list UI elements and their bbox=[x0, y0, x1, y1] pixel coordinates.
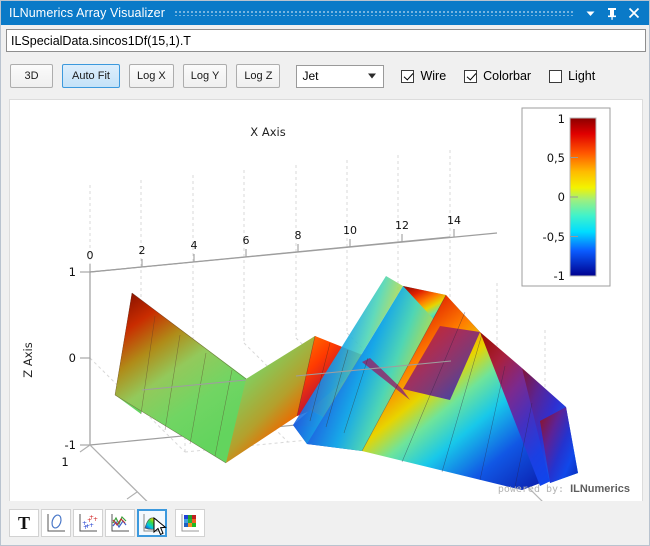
expression-row bbox=[1, 25, 649, 55]
x-tick-label: 12 bbox=[395, 219, 409, 232]
colorbar-tick-label: -0,5 bbox=[543, 230, 565, 244]
z-tick-label: 1 bbox=[69, 265, 76, 279]
light-checkbox-label: Light bbox=[568, 69, 596, 83]
x-tick-label: 8 bbox=[295, 229, 302, 242]
ellipse-icon bbox=[47, 514, 65, 532]
pin-icon[interactable] bbox=[601, 1, 623, 25]
colorbar-tick-label: 0,5 bbox=[547, 151, 565, 165]
button-log-z[interactable]: Log Z bbox=[236, 64, 281, 88]
z-tick-label: 0 bbox=[69, 351, 76, 365]
x-tick-label: 14 bbox=[447, 214, 461, 227]
window-title: ILNumerics Array Visualizer bbox=[9, 6, 165, 20]
text-tool-icon: T bbox=[17, 512, 30, 533]
bottom-toolbar: T + + + + + + + bbox=[1, 501, 649, 545]
x-tick-label: 4 bbox=[191, 239, 198, 252]
close-icon[interactable] bbox=[623, 1, 645, 25]
colorbar-tick-label: -1 bbox=[554, 269, 565, 283]
z-tick-label: -1 bbox=[65, 438, 76, 452]
title-bar: ILNumerics Array Visualizer bbox=[1, 1, 649, 25]
dropdown-icon[interactable] bbox=[579, 1, 601, 25]
light-checkbox-box[interactable] bbox=[549, 69, 563, 83]
checkbox-wire[interactable]: Wire bbox=[401, 69, 446, 83]
watermark: powered by: ILNumerics bbox=[498, 483, 630, 495]
chevron-down-icon bbox=[368, 73, 377, 79]
text-tool-button[interactable]: T bbox=[9, 509, 39, 537]
scatter-plot-tool-button[interactable]: + + + + + + + bbox=[73, 509, 103, 537]
expression-input[interactable] bbox=[6, 29, 646, 52]
wire-checkbox-box[interactable] bbox=[401, 69, 415, 83]
x-tick-label: 2 bbox=[139, 244, 146, 257]
button-log-x[interactable]: Log X bbox=[129, 64, 174, 88]
colorbar-tick-label: 1 bbox=[558, 112, 565, 126]
plot-canvas[interactable]: 0 2 4 6 8 10 12 14 X Axis 1 0 -1 Z Axis … bbox=[9, 99, 643, 502]
y-tick-label: 1 bbox=[61, 455, 68, 469]
title-bar-grip bbox=[171, 1, 573, 25]
button-log-y[interactable]: Log Y bbox=[182, 64, 228, 88]
image-plot-tool-button[interactable] bbox=[175, 509, 205, 537]
x-axis-title: X Axis bbox=[250, 125, 285, 139]
z-axis-title: Z Axis bbox=[21, 342, 35, 377]
svg-text:+: + bbox=[89, 522, 94, 529]
watermark-brand: ILNumerics bbox=[570, 483, 630, 495]
scatter-icon: +++ +++ + bbox=[79, 514, 98, 532]
colorbar-checkbox-box[interactable] bbox=[464, 69, 478, 83]
x-tick-label: 0 bbox=[87, 249, 94, 262]
button-auto-fit[interactable]: Auto Fit bbox=[62, 64, 120, 88]
svg-text:+: + bbox=[83, 524, 88, 531]
colormap-selected-value: Jet bbox=[302, 69, 319, 83]
checkbox-light[interactable]: Light bbox=[549, 69, 595, 83]
colormap-select[interactable]: Jet bbox=[296, 64, 385, 88]
watermark-prefix: powered by: bbox=[497, 484, 571, 495]
colorbar-tick-label: 0 bbox=[558, 190, 565, 204]
button-3d[interactable]: 3D bbox=[10, 64, 53, 88]
wire-checkbox-label: Wire bbox=[420, 69, 447, 83]
colorbar-checkbox-label: Colorbar bbox=[483, 69, 532, 83]
top-toolbar: 3D Auto Fit Log X Log Y Log Z Jet Wire C… bbox=[1, 57, 649, 95]
x-tick-label: 10 bbox=[343, 224, 357, 237]
surface-plot-icon bbox=[143, 514, 161, 532]
line-plot-icon bbox=[111, 514, 129, 532]
surface-plot-tool-button[interactable] bbox=[137, 509, 167, 537]
shape-tool-button[interactable] bbox=[41, 509, 71, 537]
x-tick-label: 6 bbox=[243, 234, 250, 247]
array-visualizer-window: ILNumerics Array Visualizer 3D Aut bbox=[0, 0, 650, 546]
image-plot-icon bbox=[181, 514, 199, 532]
surface-plot-svg[interactable]: 0 2 4 6 8 10 12 14 X Axis 1 0 -1 Z Axis … bbox=[10, 100, 642, 501]
colorbar[interactable]: 1 0,5 0 -0,5 -1 bbox=[521, 107, 611, 287]
line-plot-tool-button[interactable] bbox=[105, 509, 135, 537]
checkbox-colorbar[interactable]: Colorbar bbox=[464, 69, 531, 83]
